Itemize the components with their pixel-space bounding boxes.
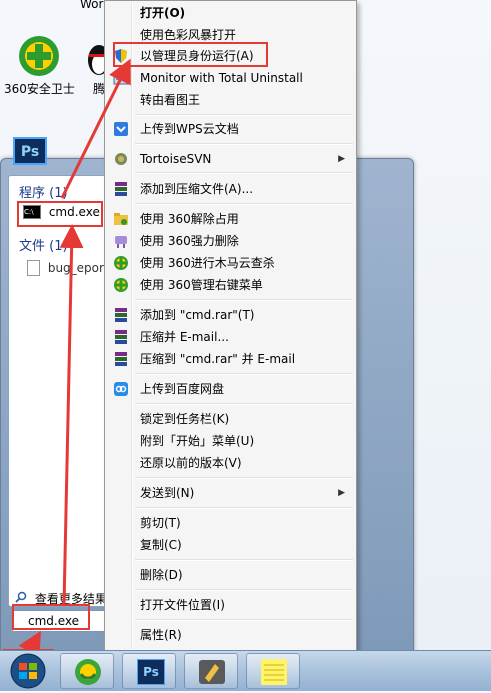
wps-cloud-icon bbox=[113, 121, 129, 137]
menu-item-add-to-cmd-rar[interactable]: 添加到 "cmd.rar"(T) bbox=[107, 305, 354, 325]
taskbar-app-notepad[interactable] bbox=[246, 653, 300, 689]
menu-item-label: 附到「开始」菜单(U) bbox=[140, 434, 255, 448]
menu-item-label: 转由看图王 bbox=[140, 93, 201, 107]
baidu-cloud-icon bbox=[113, 381, 129, 397]
menu-item-restore-versions[interactable]: 还原以前的版本(V) bbox=[107, 453, 354, 473]
menu-item-tortoisesvn[interactable]: TortoiseSVN ▶ bbox=[107, 149, 354, 169]
submenu-arrow-icon: ▶ bbox=[338, 488, 345, 498]
monitor-icon bbox=[113, 70, 129, 86]
menu-item-label: 使用 360解除占用 bbox=[140, 212, 239, 226]
menu-separator bbox=[135, 589, 353, 591]
programs-section-header: 程序 (1) bbox=[19, 186, 68, 201]
file-result-label: bug_epor bbox=[47, 261, 104, 275]
menu-separator bbox=[135, 559, 353, 561]
360-safe-icon bbox=[19, 36, 59, 76]
menu-item-pin-taskbar[interactable]: 锁定到任务栏(K) bbox=[107, 409, 354, 429]
tortoise-icon bbox=[113, 151, 129, 167]
menu-separator bbox=[135, 477, 353, 479]
menu-item-360-manage[interactable]: 使用 360管理右键菜单 bbox=[107, 275, 354, 295]
menu-item-delete[interactable]: 删除(D) bbox=[107, 565, 354, 585]
desktop-icon-360-safe[interactable]: 360安全卫士 bbox=[4, 34, 75, 97]
menu-item-cut[interactable]: 剪切(T) bbox=[107, 513, 354, 533]
taskbar-app-tool[interactable] bbox=[184, 653, 238, 689]
menu-separator bbox=[135, 619, 353, 621]
menu-item-label: 属性(R) bbox=[140, 628, 182, 642]
windows-orb-icon bbox=[10, 653, 46, 689]
menu-item-upload-baidu[interactable]: 上传到百度网盘 bbox=[107, 379, 354, 399]
taskbar: Ps bbox=[0, 650, 491, 691]
menu-separator bbox=[135, 172, 353, 174]
menu-separator bbox=[135, 403, 353, 405]
highlight-cmd-result bbox=[17, 201, 103, 227]
menu-item-total-uninstall[interactable]: Monitor with Total Uninstall bbox=[107, 68, 354, 88]
menu-item-label: 打开文件位置(I) bbox=[140, 598, 225, 612]
winrar-icon bbox=[113, 351, 129, 367]
photoshop-icon: Ps bbox=[137, 659, 165, 685]
submenu-arrow-icon: ▶ bbox=[338, 154, 345, 164]
files-section-header: 文件 (1) bbox=[19, 239, 68, 254]
menu-item-label: 锁定到任务栏(K) bbox=[140, 412, 230, 426]
menu-item-label: 打开(O) bbox=[140, 6, 186, 20]
winrar-icon bbox=[113, 307, 129, 323]
start-button[interactable] bbox=[6, 652, 50, 690]
winrar-icon bbox=[113, 329, 129, 345]
file-result[interactable]: bug_epor bbox=[27, 260, 104, 276]
menu-item-label: 发送到(N) bbox=[140, 486, 195, 500]
desktop-icon-label: 360安全卫士 bbox=[4, 82, 75, 96]
menu-item-properties[interactable]: 属性(R) bbox=[107, 625, 354, 645]
menu-separator bbox=[135, 507, 353, 509]
highlight-run-as-admin bbox=[113, 42, 268, 67]
menu-item-compress-email[interactable]: 压缩并 E-mail... bbox=[107, 327, 354, 347]
photoshop-icon: Ps bbox=[13, 137, 47, 165]
menu-item-360-force-delete[interactable]: 使用 360强力删除 bbox=[107, 231, 354, 251]
menu-item-label: TortoiseSVN bbox=[140, 152, 212, 166]
menu-item-360-unlock[interactable]: 使用 360解除占用 bbox=[107, 209, 354, 229]
menu-item-send-to[interactable]: 发送到(N) ▶ bbox=[107, 483, 354, 503]
menu-item-open-location[interactable]: 打开文件位置(I) bbox=[107, 595, 354, 615]
menu-item-label: 复制(C) bbox=[140, 538, 182, 552]
menu-separator bbox=[135, 373, 353, 375]
desktop-top-text: Wor bbox=[80, 0, 104, 11]
folder-lock-icon bbox=[113, 211, 129, 227]
menu-item-copy[interactable]: 复制(C) bbox=[107, 535, 354, 555]
menu-item-label: 压缩到 "cmd.rar" 并 E-mail bbox=[140, 352, 296, 366]
menu-item-label: 剪切(T) bbox=[140, 516, 181, 530]
winrar-icon bbox=[113, 181, 129, 197]
menu-item-label: Monitor with Total Uninstall bbox=[140, 71, 303, 85]
taskbar-app-360-browser[interactable] bbox=[60, 653, 114, 689]
menu-item-label: 还原以前的版本(V) bbox=[140, 456, 242, 470]
menu-item-label: 上传到WPS云文档 bbox=[140, 122, 239, 136]
menu-item-360-cloud-scan[interactable]: 使用 360进行木马云查杀 bbox=[107, 253, 354, 273]
menu-item-label: 使用 360进行木马云查杀 bbox=[140, 256, 275, 270]
menu-item-label: 添加到 "cmd.rar"(T) bbox=[140, 308, 255, 322]
360-browser-icon bbox=[75, 659, 101, 685]
start-search-results: 程序 (1) C:\ cmd.exe 文件 (1) bug_epor 查看更多结… bbox=[8, 175, 110, 607]
360-plus-icon bbox=[113, 277, 129, 293]
menu-item-label: 上传到百度网盘 bbox=[140, 382, 225, 396]
shredder-icon bbox=[113, 233, 129, 249]
menu-item-label: 使用 360管理右键菜单 bbox=[140, 278, 263, 292]
tool-icon bbox=[199, 660, 225, 684]
menu-item-label: 使用 360强力删除 bbox=[140, 234, 239, 248]
menu-item-upload-wps[interactable]: 上传到WPS云文档 bbox=[107, 119, 354, 139]
menu-item-label: 压缩并 E-mail... bbox=[140, 330, 229, 344]
360-plus-icon bbox=[113, 255, 129, 271]
menu-item-image-viewer[interactable]: 转由看图王 bbox=[107, 90, 354, 110]
menu-separator bbox=[135, 143, 353, 145]
menu-item-label: 删除(D) bbox=[140, 568, 183, 582]
notepad-icon bbox=[261, 659, 287, 685]
menu-item-open[interactable]: 打开(O) bbox=[107, 3, 354, 23]
context-menu: 打开(O) 使用色彩风暴打开 以管理员身份运行(A) Monitor with … bbox=[104, 0, 357, 652]
menu-item-compress-to-rar-email[interactable]: 压缩到 "cmd.rar" 并 E-mail bbox=[107, 349, 354, 369]
menu-separator bbox=[135, 203, 353, 205]
menu-item-label: 添加到压缩文件(A)... bbox=[140, 182, 254, 196]
taskbar-app-photoshop[interactable]: Ps bbox=[122, 653, 176, 689]
document-icon bbox=[27, 260, 40, 276]
menu-item-pin-start[interactable]: 附到「开始」菜单(U) bbox=[107, 431, 354, 451]
menu-separator bbox=[135, 299, 353, 301]
highlight-search-box bbox=[12, 604, 90, 630]
menu-separator bbox=[135, 114, 353, 116]
menu-item-add-to-archive[interactable]: 添加到压缩文件(A)... bbox=[107, 179, 354, 199]
